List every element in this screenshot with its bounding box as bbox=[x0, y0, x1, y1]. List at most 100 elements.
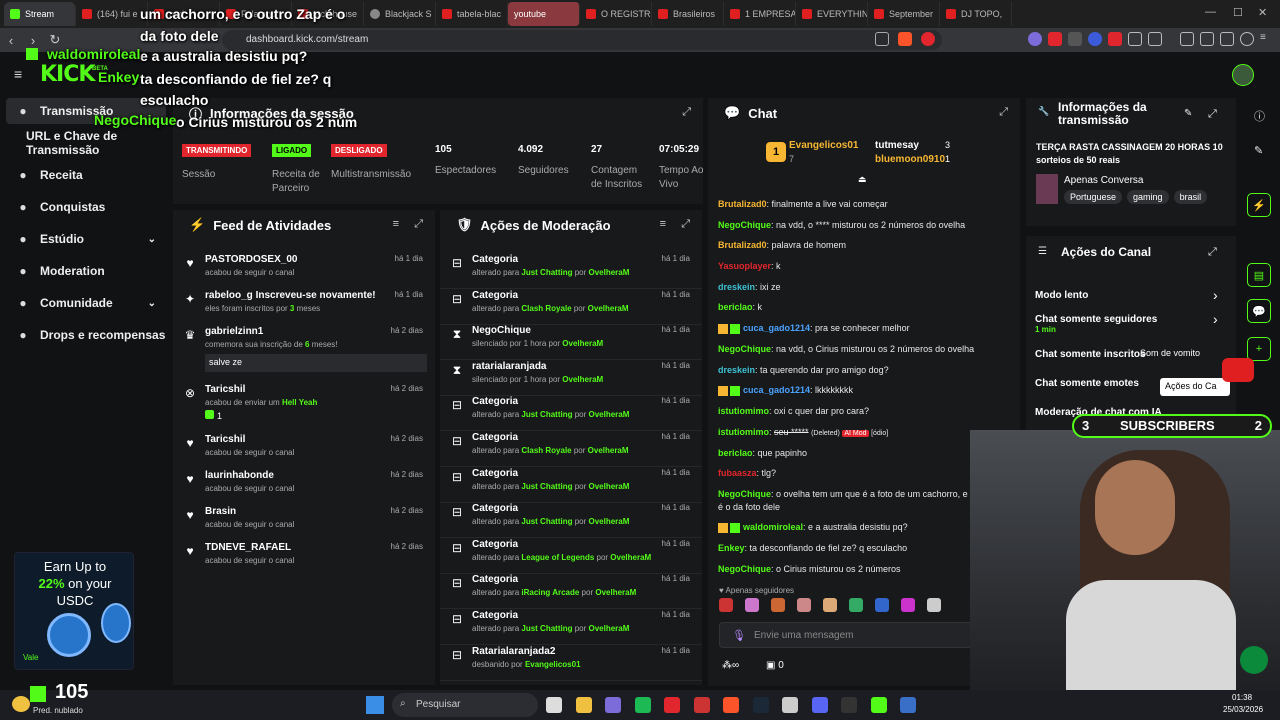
puzzle-icon[interactable] bbox=[1128, 32, 1142, 46]
chat-username[interactable]: Enkey bbox=[718, 543, 745, 553]
mod-item[interactable]: ⊟ Categoria alterado para iRacing Arcade p… bbox=[440, 574, 702, 610]
chat-message[interactable]: cuca_gado1214: lkkkkkkkk bbox=[718, 384, 1018, 397]
emote-icon[interactable] bbox=[823, 598, 837, 612]
url-field[interactable]: dashboard.kick.com/stream bbox=[222, 30, 942, 50]
taskbar-app-icon[interactable] bbox=[575, 697, 592, 713]
extension-icon[interactable] bbox=[1028, 32, 1042, 46]
chat-message[interactable]: cuca_gado1214: pra se conhecer melhor bbox=[718, 322, 1018, 335]
edit-icon[interactable]: ✎ bbox=[1184, 108, 1192, 119]
back-icon[interactable]: ‹ bbox=[0, 33, 22, 48]
chat-message[interactable]: NegoChique: na vdd, o Cirius misturou os… bbox=[718, 343, 1018, 356]
community-icon[interactable]: ⁂∞ bbox=[722, 660, 739, 671]
leader-name[interactable]: Evangelicos01 bbox=[789, 140, 858, 151]
rewards-icon[interactable] bbox=[921, 32, 935, 46]
browser-tab[interactable]: DJ TOPO, bbox=[940, 2, 1012, 26]
feed-item[interactable]: ♛ gabrielzinn1 comemora sua inscrição de 6… bbox=[173, 326, 435, 372]
maximize-icon[interactable]: ☐ bbox=[1233, 6, 1243, 19]
chat-username[interactable]: NegoChique bbox=[718, 220, 771, 230]
chat-username[interactable]: bericlao bbox=[718, 448, 753, 458]
chat-message[interactable]: Brutalizad0: palavra de homem bbox=[718, 239, 1018, 252]
taskbar-app-icon[interactable] bbox=[634, 697, 651, 713]
feed-item[interactable]: ♥ TDNEVE_RAFAEL acabou de seguir o canal há… bbox=[173, 542, 435, 578]
expand-icon[interactable]: ⤢ bbox=[1208, 108, 1217, 121]
emote-icon[interactable] bbox=[745, 598, 759, 612]
chat-username[interactable]: Brutalizad0 bbox=[718, 199, 767, 209]
browser-tab[interactable]: Brasileiros bbox=[652, 2, 724, 26]
wallet-icon[interactable] bbox=[1200, 32, 1214, 46]
menu-icon[interactable]: ≡ bbox=[1260, 32, 1274, 46]
leader-name[interactable]: bluemoon0910 bbox=[875, 154, 945, 165]
taskbar-app-icon[interactable] bbox=[752, 697, 769, 713]
mod-item[interactable]: ⊟ Categoria alterado para League of Legend… bbox=[440, 539, 702, 574]
expand-icon[interactable]: ⤢ bbox=[681, 218, 690, 231]
notes-icon[interactable]: ▤ bbox=[1247, 263, 1271, 287]
tag[interactable]: gaming bbox=[1127, 190, 1169, 204]
chat-username[interactable]: istutiomimo bbox=[718, 406, 769, 416]
ad-banner[interactable]: Earn Up to 22% on your USDC Vale bbox=[14, 552, 134, 670]
extension-icon[interactable] bbox=[1108, 32, 1122, 46]
leader-name[interactable]: tutmesay bbox=[875, 140, 919, 151]
tag[interactable]: Portuguese bbox=[1064, 190, 1123, 204]
taskbar-app-icon[interactable] bbox=[900, 697, 916, 713]
extension-icon[interactable] bbox=[1068, 32, 1082, 46]
chevron-right-icon[interactable]: › bbox=[1213, 287, 1218, 303]
close-window-icon[interactable]: ✕ bbox=[1258, 6, 1267, 19]
sidebar-item[interactable]: ● Receita bbox=[0, 162, 170, 188]
feed-item[interactable]: ♥ Taricshil acabou de seguir o canal há 2 d… bbox=[173, 434, 435, 470]
chat-username[interactable]: Yasuoplayer bbox=[718, 261, 771, 271]
taskbar-app-icon[interactable] bbox=[664, 697, 680, 713]
chevron-down-icon[interactable]: ⌄ bbox=[148, 234, 156, 245]
chat-username[interactable]: bericlao bbox=[718, 302, 753, 312]
collapse-icon[interactable]: ⏏ bbox=[858, 174, 867, 185]
mod-item[interactable]: ⧗ NegoChique silenciado por 1 hora por Ove… bbox=[440, 325, 702, 361]
browser-tab[interactable]: tabela-blac bbox=[436, 2, 508, 26]
sidebar-item[interactable]: URL e Chave de Transmissão bbox=[0, 129, 170, 157]
kick-logo[interactable]: KICK bbox=[40, 62, 95, 87]
chat-username[interactable]: fubaasza bbox=[718, 468, 757, 478]
forward-icon[interactable]: › bbox=[22, 33, 44, 48]
chat-message[interactable]: Yasuoplayer: k bbox=[718, 260, 1018, 273]
emote-icon[interactable] bbox=[849, 598, 863, 612]
browser-tab[interactable]: Blackjack S bbox=[364, 2, 436, 26]
chat-username[interactable]: NegoChique bbox=[718, 489, 771, 499]
browser-tab[interactable]: Stream bbox=[4, 2, 76, 26]
emote-icon[interactable] bbox=[797, 598, 811, 612]
channel-action-item[interactable]: Chat somente seguidores 1 min bbox=[1035, 314, 1225, 334]
hamburger-icon[interactable]: ≡ bbox=[14, 66, 22, 82]
browser-tab[interactable]: EVERYTHIN bbox=[796, 2, 868, 26]
channel-action-item[interactable]: Modo lento bbox=[1035, 290, 1225, 301]
sidebar-item[interactable]: ● Conquistas bbox=[0, 194, 170, 220]
mod-item[interactable]: ⊟ Categoria alterado para Just Chatting po… bbox=[440, 503, 702, 539]
chat-message[interactable]: bericlao: k bbox=[718, 301, 1018, 314]
mod-item[interactable]: ⊟ Categoria alterado para Just Chatting po… bbox=[440, 610, 702, 645]
taskbar-app-icon[interactable] bbox=[782, 697, 798, 713]
chat-username[interactable]: Brutalizad0 bbox=[718, 240, 767, 250]
taskbar-app-icon[interactable] bbox=[605, 697, 621, 713]
feed-item[interactable]: ⊗ Taricshil acabou de enviar um Hell Yeah h… bbox=[173, 384, 435, 421]
phone-icon[interactable] bbox=[1240, 646, 1268, 674]
chat-icon[interactable]: 💬 bbox=[1247, 299, 1271, 323]
chat-username[interactable]: waldomiroleal bbox=[743, 522, 803, 532]
feed-item[interactable]: ♥ PASTORDOSEX_00 acabou de seguir o canal h… bbox=[173, 254, 435, 290]
mod-item[interactable]: ⊟ Ratarialaranjada2 desbanido por Evangeli… bbox=[440, 646, 702, 681]
sidebar-icon[interactable] bbox=[1180, 32, 1194, 46]
mod-item[interactable]: ⊟ Categoria alterado para Clash Royale por… bbox=[440, 290, 702, 325]
sidebar-toggle-icon[interactable] bbox=[1148, 32, 1162, 46]
sidebar-item[interactable]: ● Moderation bbox=[0, 258, 170, 284]
emote-icon[interactable] bbox=[771, 598, 785, 612]
chat-username[interactable]: istutiomimo bbox=[718, 427, 769, 437]
taskbar-app-icon[interactable] bbox=[811, 697, 828, 713]
chat-message[interactable]: Brutalizad0: finalmente a live vai começ… bbox=[718, 198, 1018, 211]
mic-icon[interactable]: 🎙 bbox=[732, 629, 746, 642]
chat-message[interactable]: dreskein: ta querendo dar pro amigo dog? bbox=[718, 364, 1018, 377]
sidebar-item[interactable]: ● Drops e recompensas bbox=[0, 322, 170, 348]
info-icon[interactable]: ⓘ bbox=[1254, 108, 1265, 124]
avatar[interactable] bbox=[1232, 64, 1254, 86]
taskbar-app-icon[interactable] bbox=[546, 697, 562, 713]
browser-tab[interactable]: (164) fui e bbox=[76, 2, 148, 26]
sidebar-item[interactable]: ● Estúdio ⌄ bbox=[0, 226, 170, 252]
taskbar-app-icon[interactable] bbox=[693, 697, 710, 713]
feed-item[interactable]: ✦ rabeloo_g Inscreveu-se novamente! eles f… bbox=[173, 290, 435, 326]
chat-username[interactable]: NegoChique bbox=[718, 564, 771, 574]
edit-icon[interactable]: ✎ bbox=[1254, 144, 1263, 157]
